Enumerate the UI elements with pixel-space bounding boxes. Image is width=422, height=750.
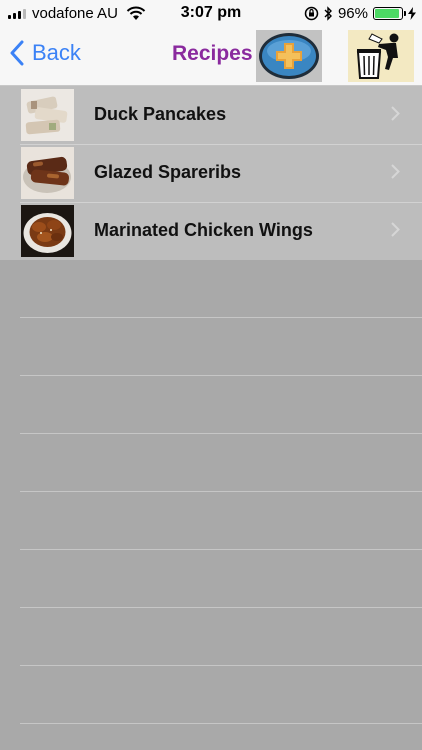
chevron-right-icon bbox=[391, 106, 400, 121]
page-title: Recipes bbox=[172, 42, 253, 65]
row-separator bbox=[20, 549, 422, 550]
trash-bin-icon bbox=[356, 33, 399, 79]
battery-percent: 96% bbox=[337, 5, 368, 22]
charging-bolt-icon bbox=[408, 7, 416, 20]
row-separator bbox=[20, 607, 422, 608]
orientation-lock-icon bbox=[304, 6, 319, 21]
battery-icon bbox=[373, 7, 406, 20]
recipe-list: Duck Pancakes Glazed Spareribs Marinated… bbox=[0, 86, 422, 260]
list-item[interactable]: Marinated Chicken Wings bbox=[0, 202, 422, 260]
status-right: 96% bbox=[304, 5, 416, 22]
row-separator bbox=[20, 433, 422, 434]
chevron-left-icon bbox=[10, 40, 24, 66]
status-bar: vodafone AU 3:07 pm 96% bbox=[0, 0, 422, 28]
delete-button[interactable] bbox=[348, 30, 414, 82]
list-item[interactable]: Glazed Spareribs bbox=[0, 144, 422, 202]
add-recipe-button[interactable] bbox=[256, 30, 322, 82]
recipe-name: Marinated Chicken Wings bbox=[94, 220, 313, 240]
glazed-spareribs-thumbnail bbox=[21, 147, 74, 199]
list-item[interactable]: Duck Pancakes bbox=[0, 86, 422, 144]
row-separator bbox=[20, 375, 422, 376]
add-circle-icon bbox=[259, 33, 319, 79]
recipe-name: Duck Pancakes bbox=[94, 104, 227, 124]
battery-level bbox=[375, 9, 399, 18]
chicken-wings-thumbnail bbox=[21, 205, 74, 257]
back-button[interactable]: Back bbox=[10, 40, 81, 66]
recipe-name: Glazed Spareribs bbox=[94, 162, 242, 182]
navigation-bar: Back Recipes bbox=[0, 28, 422, 86]
empty-table-area bbox=[0, 260, 422, 750]
row-separator bbox=[20, 317, 422, 318]
chevron-right-icon bbox=[391, 164, 400, 179]
row-separator bbox=[20, 491, 422, 492]
row-separator bbox=[20, 723, 422, 724]
bluetooth-icon bbox=[324, 6, 332, 21]
duck-pancakes-thumbnail bbox=[21, 89, 74, 141]
row-separator bbox=[20, 665, 422, 666]
back-label: Back bbox=[32, 40, 81, 65]
chevron-right-icon bbox=[391, 222, 400, 237]
